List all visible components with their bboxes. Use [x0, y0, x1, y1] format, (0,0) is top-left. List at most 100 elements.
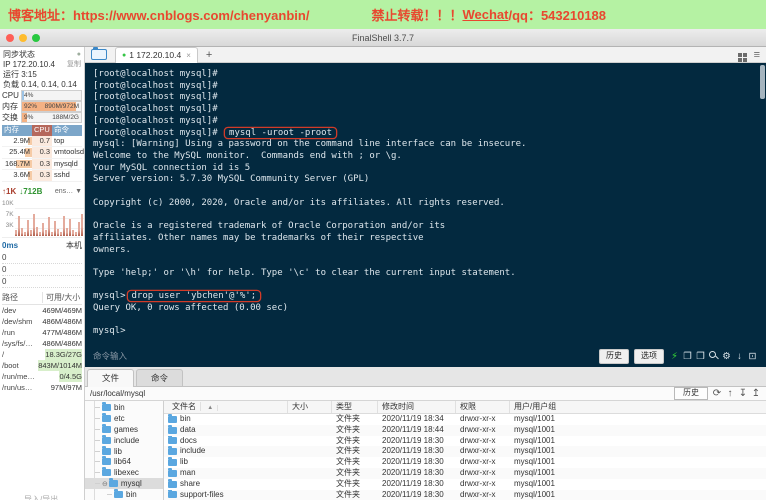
main-area: 同步状态 ● IP 172.20.10.4 复制 运行 3:15 负载 0.14…	[0, 46, 766, 500]
owner-header[interactable]: 用户/用户组	[510, 401, 766, 413]
file-size-cell	[288, 436, 332, 447]
file-owner-cell: mysql/1001	[514, 424, 555, 434]
close-tab-icon[interactable]: ×	[186, 51, 191, 60]
folder-icon	[168, 489, 177, 499]
tree-item-lib64[interactable]: lib64	[85, 456, 163, 467]
file-row[interactable]: include 文件夹 2020/11/19 18:30 drwxr-xr-x mysq…	[164, 446, 766, 458]
terminal-scrollbar[interactable]	[760, 65, 765, 99]
traffic-bar	[59, 231, 62, 236]
minimize-window-button[interactable]	[19, 34, 27, 42]
disk-value: 469M/469M	[42, 305, 82, 315]
grid-layout-icon[interactable]	[737, 52, 742, 57]
tree-item-games[interactable]: games	[85, 423, 163, 435]
tree-item-mysql[interactable]: ⊖ mysql	[85, 478, 163, 490]
file-row[interactable]: support-files 文件夹 2020/11/19 18:30 drwxr-xr…	[164, 489, 766, 500]
terminal-line: Type 'help;' or '\h' for help. Type '\c'…	[93, 267, 516, 278]
history-button[interactable]: 历史	[599, 348, 629, 364]
tree-item-bin[interactable]: bin	[85, 401, 163, 413]
tree-item-bin[interactable]: bin	[85, 489, 163, 500]
refresh-icon[interactable]: ⟳	[712, 388, 722, 399]
copy-icon[interactable]: ❐	[682, 350, 693, 363]
file-table-header: 文件名 ▲ 大小 类型 修改时间 权限 用户/用户组	[164, 401, 766, 414]
folder-icon	[168, 457, 177, 467]
tree-connector	[107, 494, 112, 496]
copy-ip-button[interactable]: 复制	[67, 59, 81, 69]
file-row[interactable]: share 文件夹 2020/11/19 18:30 drwxr-xr-x mysql/…	[164, 478, 766, 490]
file-row[interactable]: data 文件夹 2020/11/19 18:44 drwxr-xr-x mysql/1…	[164, 424, 766, 436]
system-monitor-sidebar: 同步状态 ● IP 172.20.10.4 复制 运行 3:15 负载 0.14…	[0, 47, 85, 500]
process-mem: 2.9M	[13, 135, 32, 145]
chevron-down-icon: ▼	[75, 187, 82, 195]
disk-row: /run/me… 0/4.5G	[2, 370, 82, 382]
content-column: ● 1 172.20.10.4 × + ≡ [root@localhost my…	[85, 46, 766, 500]
file-permissions-cell: drwxr-xr-x	[460, 467, 496, 477]
tree-item-etc[interactable]: etc	[85, 412, 163, 424]
file-row[interactable]: bin 文件夹 2020/11/19 18:34 drwxr-xr-x mysql/10…	[164, 414, 766, 425]
uptime-label: 运行 3:15	[3, 69, 37, 79]
file-row[interactable]: lib 文件夹 2020/11/19 18:30 drwxr-xr-x mysql/10…	[164, 457, 766, 468]
tree-item-libexec[interactable]: libexec	[85, 467, 163, 478]
file-type-cell: 文件夹	[336, 478, 360, 488]
path-history-button[interactable]: 历史	[674, 387, 708, 400]
tree-item-include[interactable]: include	[85, 434, 163, 446]
disk-size-header[interactable]: 可用/大小	[43, 292, 80, 303]
disk-value: 486M/486M	[42, 316, 82, 326]
menu-icon[interactable]: ≡	[754, 49, 760, 60]
process-command: mysqld	[54, 158, 78, 168]
gear-icon[interactable]: ⚙	[721, 350, 732, 363]
process-cmd-header[interactable]: 命令	[52, 125, 82, 136]
size-header[interactable]: 大小	[288, 401, 332, 413]
close-window-button[interactable]	[6, 34, 14, 42]
permissions-header[interactable]: 权限	[456, 401, 510, 413]
process-mem-header[interactable]: 内存	[2, 125, 32, 136]
upload-icon[interactable]: ↥	[751, 388, 761, 399]
modified-header[interactable]: 修改时间	[378, 401, 456, 413]
lightning-icon[interactable]: ⚡	[669, 350, 680, 363]
file-row[interactable]: docs 文件夹 2020/11/19 18:30 drwxr-xr-x mysql/1…	[164, 435, 766, 447]
network-speed-row: ↑1K ↓712B ens… ▼	[2, 185, 82, 198]
file-row[interactable]: man 文件夹 2020/11/19 18:30 drwxr-xr-x mysql/10…	[164, 467, 766, 479]
ping-value-row: 0	[2, 264, 82, 276]
current-path-input[interactable]: /usr/local/mysql	[90, 389, 410, 398]
file-panel-tab-文件[interactable]: 文件	[87, 369, 135, 387]
tree-item-lib[interactable]: lib	[85, 445, 163, 457]
terminal-line: Copyright (c) 2000, 2020, Oracle and/or …	[93, 197, 505, 208]
meter-bar: 92% 890M/972M	[21, 101, 82, 112]
filename-header[interactable]: 文件名 ▲	[164, 401, 288, 413]
type-header[interactable]: 类型	[332, 401, 378, 413]
terminal[interactable]: [root@localhost mysql]# [root@localhost …	[85, 63, 766, 345]
traffic-bar	[74, 231, 77, 236]
paste-icon[interactable]: ❒	[695, 350, 706, 363]
ping-row: 0ms 本机	[2, 240, 82, 252]
traffic-bar	[77, 221, 80, 236]
meter-percent: 9%	[24, 113, 34, 121]
new-tab-button[interactable]: +	[202, 49, 216, 61]
traffic-bar	[32, 213, 35, 236]
file-type-cell: 文件夹	[336, 424, 360, 434]
download-icon[interactable]: ↧	[738, 388, 748, 399]
download-icon[interactable]: ↓	[734, 350, 745, 363]
session-tab[interactable]: ● 1 172.20.10.4 ×	[115, 46, 198, 64]
disk-path: /	[2, 349, 5, 359]
process-row: 168.7M 0.3 mysqld	[2, 158, 82, 170]
interface-dropdown[interactable]: ens… ▼	[55, 188, 82, 195]
command-input[interactable]: 命令输入	[93, 350, 594, 362]
process-mem: 25.4M	[9, 147, 32, 157]
terminal-line: Welcome to the MySQL monitor. Commands e…	[93, 150, 402, 161]
search-icon[interactable]	[708, 350, 719, 363]
collapse-icon[interactable]: ⊖	[102, 480, 108, 488]
sync-status-label: 同步状态	[3, 49, 35, 59]
window-icon[interactable]: ⊡	[747, 350, 758, 363]
file-permissions-cell: drwxr-xr-x	[460, 489, 496, 499]
options-button[interactable]: 选项	[634, 348, 664, 364]
zoom-window-button[interactable]	[32, 34, 40, 42]
file-panel-tab-命令[interactable]: 命令	[136, 369, 184, 386]
disk-row: /dev 469M/469M	[2, 305, 82, 316]
up-directory-icon[interactable]: ↑	[725, 388, 735, 399]
disk-path-header[interactable]: 路径	[2, 292, 43, 303]
connections-folder-icon[interactable]	[91, 47, 107, 60]
traffic-bar	[35, 226, 38, 236]
file-type-cell: 文件夹	[336, 446, 360, 456]
process-cpu-header[interactable]: CPU	[32, 125, 52, 136]
